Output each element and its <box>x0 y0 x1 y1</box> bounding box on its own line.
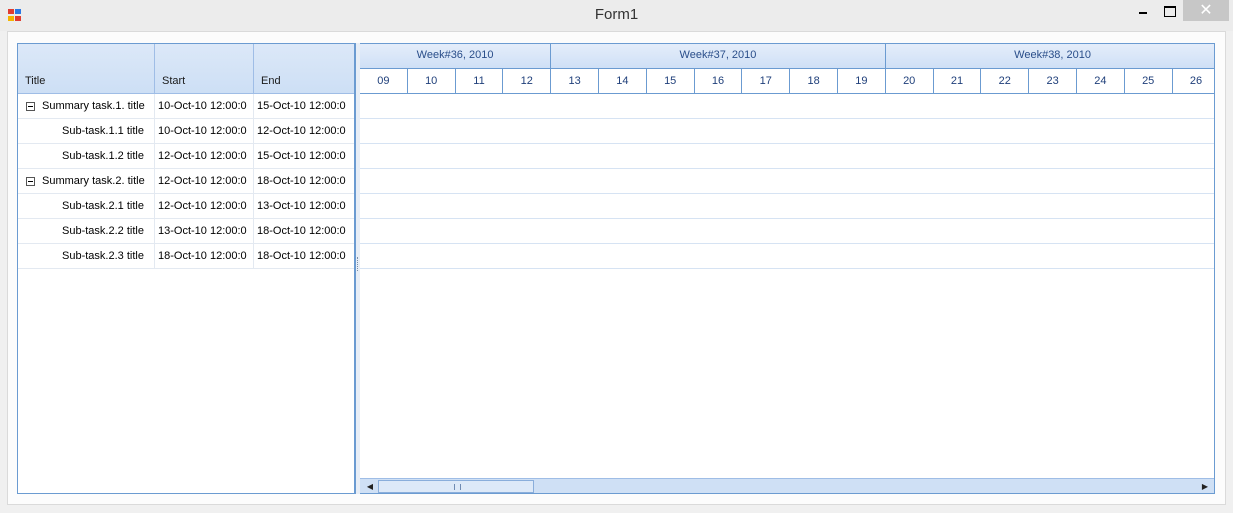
task-title: Summary task.1. title <box>42 100 145 112</box>
day-header: 16 <box>694 69 743 94</box>
chart-row[interactable] <box>360 144 1214 169</box>
cell-title[interactable]: Sub-task.1.1 title <box>18 119 155 144</box>
grid-header: Title Start End <box>18 44 354 94</box>
cell-start[interactable]: 13-Oct-10 12:00:0 <box>155 219 254 244</box>
day-header: 18 <box>790 69 838 94</box>
task-title: Summary task.2. title <box>42 175 145 187</box>
chart-row[interactable] <box>360 119 1214 144</box>
horizontal-scrollbar[interactable]: ◀ ▶ <box>360 478 1214 493</box>
cell-start[interactable]: 10-Oct-10 12:00:0 <box>155 119 254 144</box>
task-title: Sub-task.1.1 title <box>62 125 144 137</box>
collapse-icon[interactable] <box>26 177 35 186</box>
cell-title[interactable]: Sub-task.2.2 title <box>18 219 155 244</box>
day-header: 23 <box>1029 69 1077 94</box>
table-row[interactable]: Summary task.1. title 10-Oct-10 12:00:0 15… <box>18 94 354 119</box>
table-row[interactable]: Sub-task.2.3 title 18-Oct-10 12:00:0 18-Oc… <box>18 244 354 269</box>
close-button[interactable]: ✕ <box>1183 0 1229 21</box>
cell-end[interactable]: 18-Oct-10 12:00:0 <box>254 169 354 194</box>
cell-title[interactable]: Sub-task.2.3 title <box>18 244 155 269</box>
cell-end[interactable]: 13-Oct-10 12:00:0 <box>254 194 354 219</box>
maximize-button[interactable] <box>1156 0 1182 21</box>
day-header: 13 <box>551 69 599 94</box>
day-header: 17 <box>742 69 791 94</box>
scroll-thumb[interactable] <box>378 480 534 493</box>
day-header: 14 <box>599 69 647 94</box>
gantt-chart[interactable]: Week#36, 2010 Week#37, 2010 Week#38, 2010 0… <box>360 43 1215 494</box>
scroll-right-icon[interactable]: ▶ <box>1197 479 1213 493</box>
window-title: Form1 <box>594 6 639 23</box>
table-row[interactable]: Summary task.2. title 12-Oct-10 12:00:0 18… <box>18 169 354 194</box>
chart-row[interactable] <box>360 94 1214 119</box>
title-bar: Form1 ✕ <box>0 0 1233 31</box>
day-header: 21 <box>933 69 982 94</box>
cell-start[interactable]: 12-Oct-10 12:00:0 <box>155 144 254 169</box>
table-row[interactable]: Sub-task.2.2 title 13-Oct-10 12:00:0 18-Oc… <box>18 219 354 244</box>
day-header: 15 <box>646 69 695 94</box>
day-header: 12 <box>503 69 552 94</box>
day-header: 09 <box>360 69 408 94</box>
cell-title[interactable]: Sub-task.2.1 title <box>18 194 155 219</box>
chart-row[interactable] <box>360 244 1214 269</box>
week-header: Week#37, 2010 <box>551 44 886 69</box>
chart-row[interactable] <box>360 169 1214 194</box>
task-title: Sub-task.2.1 title <box>62 200 144 212</box>
day-header: 11 <box>455 69 504 94</box>
cell-start[interactable]: 10-Oct-10 12:00:0 <box>155 94 254 119</box>
cell-end[interactable]: 15-Oct-10 12:00:0 <box>254 144 354 169</box>
chart-row[interactable] <box>360 194 1214 219</box>
day-header: 25 <box>1124 69 1173 94</box>
table-row[interactable]: Sub-task.2.1 title 12-Oct-10 12:00:0 13-Oc… <box>18 194 354 219</box>
cell-title[interactable]: Summary task.1. title <box>18 94 155 119</box>
column-header-end[interactable]: End <box>254 44 354 94</box>
cell-end[interactable]: 15-Oct-10 12:00:0 <box>254 94 354 119</box>
task-title: Sub-task.1.2 title <box>62 150 144 162</box>
cell-start[interactable]: 12-Oct-10 12:00:0 <box>155 169 254 194</box>
day-header: 19 <box>838 69 886 94</box>
task-title: Sub-task.2.3 title <box>62 250 144 262</box>
table-row[interactable]: Sub-task.1.2 title 12-Oct-10 12:00:0 15-Oc… <box>18 144 354 169</box>
cell-start[interactable]: 18-Oct-10 12:00:0 <box>155 244 254 269</box>
cell-title[interactable]: Sub-task.1.2 title <box>18 144 155 169</box>
cell-end[interactable]: 12-Oct-10 12:00:0 <box>254 119 354 144</box>
task-grid[interactable]: Title Start End Summary task.1. title 10-… <box>17 43 355 494</box>
collapse-icon[interactable] <box>26 102 35 111</box>
day-header: 22 <box>981 69 1030 94</box>
cell-start[interactable]: 12-Oct-10 12:00:0 <box>155 194 254 219</box>
task-title: Sub-task.2.2 title <box>62 225 144 237</box>
splitter-grip[interactable] <box>357 257 359 271</box>
day-header: 20 <box>885 69 934 94</box>
column-header-start[interactable]: Start <box>155 44 254 94</box>
week-header: Week#38, 2010 <box>885 44 1214 69</box>
day-header: 24 <box>1077 69 1125 94</box>
chart-row[interactable] <box>360 219 1214 244</box>
scroll-left-icon[interactable]: ◀ <box>362 479 378 493</box>
cell-end[interactable]: 18-Oct-10 12:00:0 <box>254 219 354 244</box>
column-header-title[interactable]: Title <box>18 44 155 94</box>
day-header: 26 <box>1172 69 1214 94</box>
minimize-button[interactable] <box>1131 0 1155 21</box>
cell-title[interactable]: Summary task.2. title <box>18 169 155 194</box>
table-row[interactable]: Sub-task.1.1 title 10-Oct-10 12:00:0 12-Oc… <box>18 119 354 144</box>
cell-end[interactable]: 18-Oct-10 12:00:0 <box>254 244 354 269</box>
week-header: Week#36, 2010 <box>360 44 552 69</box>
day-header: 10 <box>407 69 456 94</box>
